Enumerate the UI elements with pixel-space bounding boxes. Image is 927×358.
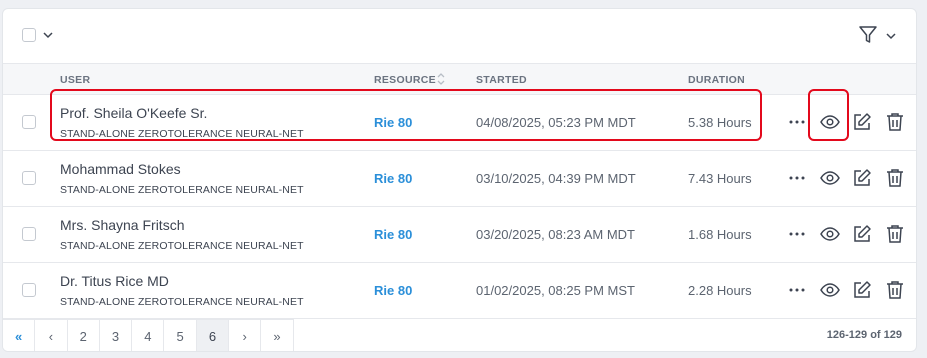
table-header: USER RESOURCE STARTED DURATION: [3, 63, 916, 95]
column-started: STARTED: [476, 74, 527, 86]
table-toolbar: [3, 9, 916, 63]
row-checkbox[interactable]: [22, 283, 36, 297]
row-checkbox[interactable]: [22, 171, 36, 185]
page-button-active[interactable]: 6: [196, 320, 230, 351]
user-name: Mrs. Shayna Fritsch: [60, 217, 185, 233]
duration-value: 1.68 Hours: [688, 227, 752, 242]
resource-link[interactable]: Rie 80: [374, 171, 412, 186]
edit-icon[interactable]: [851, 223, 873, 245]
edit-icon[interactable]: [851, 111, 873, 133]
more-icon[interactable]: [786, 111, 808, 133]
more-icon[interactable]: [786, 223, 808, 245]
user-subtitle: STAND-ALONE ZEROTOLERANCE NEURAL-NET: [60, 240, 304, 252]
first-page-button[interactable]: «: [3, 320, 36, 351]
eye-icon[interactable]: [819, 167, 841, 189]
resource-link[interactable]: Rie 80: [374, 115, 412, 130]
started-time: 03/10/2025, 04:39 PM MDT: [476, 171, 636, 186]
page-button[interactable]: 5: [164, 320, 197, 351]
user-name: Prof. Sheila O'Keefe Sr.: [60, 105, 208, 121]
sort-icon[interactable]: [436, 71, 446, 87]
user-subtitle: STAND-ALONE ZEROTOLERANCE NEURAL-NET: [60, 184, 304, 196]
chevron-down-icon: [886, 33, 896, 40]
page-button[interactable]: 2: [67, 320, 100, 351]
filter-button[interactable]: [858, 25, 902, 47]
trash-icon[interactable]: [884, 111, 906, 133]
started-time: 01/02/2025, 08:25 PM MST: [476, 283, 635, 298]
table-row[interactable]: Mrs. Shayna Fritsch STAND-ALONE ZEROTOLE…: [3, 207, 916, 263]
page-button[interactable]: 3: [99, 320, 133, 351]
row-checkbox[interactable]: [22, 227, 36, 241]
resource-link[interactable]: Rie 80: [374, 283, 412, 298]
user-name: Dr. Titus Rice MD: [60, 273, 169, 289]
edit-icon[interactable]: [851, 279, 873, 301]
trash-icon[interactable]: [884, 167, 906, 189]
pagination: « ‹ 2 3 4 5 6 › »: [3, 319, 294, 351]
table-row[interactable]: Mohammad Stokes STAND-ALONE ZEROTOLERANC…: [3, 151, 916, 207]
started-time: 03/20/2025, 08:23 AM MDT: [476, 227, 635, 242]
trash-icon[interactable]: [884, 223, 906, 245]
next-page-button[interactable]: ›: [229, 320, 262, 351]
user-subtitle: STAND-ALONE ZEROTOLERANCE NEURAL-NET: [60, 128, 304, 140]
result-count: 126-129 of 129: [826, 329, 902, 341]
duration-value: 2.28 Hours: [688, 283, 752, 298]
user-subtitle: STAND-ALONE ZEROTOLERANCE NEURAL-NET: [60, 296, 304, 308]
sessions-card: USER RESOURCE STARTED DURATION Prof. She…: [2, 8, 917, 352]
filter-icon: [859, 26, 877, 43]
eye-icon[interactable]: [819, 223, 841, 245]
prev-page-button[interactable]: ‹: [35, 320, 68, 351]
select-all-checkbox[interactable]: [22, 28, 36, 42]
row-checkbox[interactable]: [22, 115, 36, 129]
chevron-down-icon[interactable]: [43, 31, 53, 39]
user-name: Mohammad Stokes: [60, 161, 181, 177]
column-duration: DURATION: [688, 74, 746, 86]
more-icon[interactable]: [786, 279, 808, 301]
table-row[interactable]: Dr. Titus Rice MD STAND-ALONE ZEROTOLERA…: [3, 263, 916, 319]
edit-icon[interactable]: [851, 167, 873, 189]
table-row[interactable]: Prof. Sheila O'Keefe Sr. STAND-ALONE ZER…: [3, 95, 916, 151]
eye-icon[interactable]: [819, 279, 841, 301]
duration-value: 5.38 Hours: [688, 115, 752, 130]
more-icon[interactable]: [786, 167, 808, 189]
page-button[interactable]: 4: [132, 320, 165, 351]
eye-icon[interactable]: [819, 111, 841, 133]
column-user: USER: [60, 74, 91, 86]
resource-link[interactable]: Rie 80: [374, 227, 412, 242]
started-time: 04/08/2025, 05:23 PM MDT: [476, 115, 636, 130]
last-page-button[interactable]: »: [261, 320, 294, 351]
trash-icon[interactable]: [884, 279, 906, 301]
column-resource[interactable]: RESOURCE: [374, 74, 436, 86]
duration-value: 7.43 Hours: [688, 171, 752, 186]
